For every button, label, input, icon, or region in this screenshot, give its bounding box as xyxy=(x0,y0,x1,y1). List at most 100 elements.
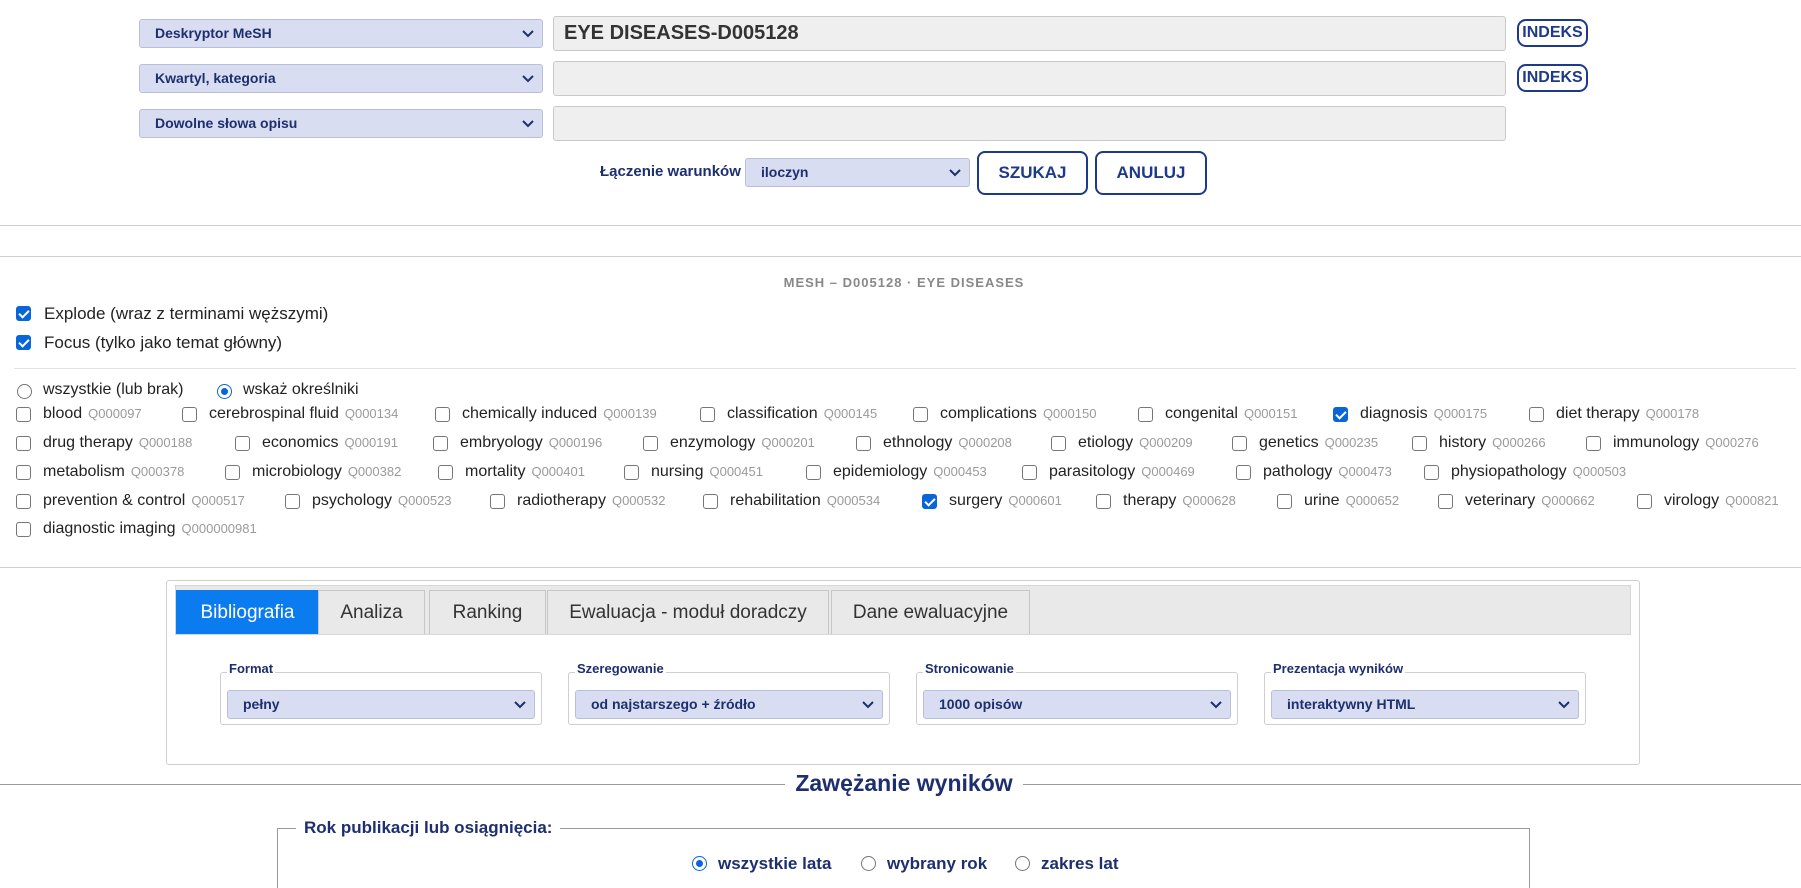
qualifier-checkbox[interactable] xyxy=(856,436,871,451)
qualifier-name: chemically induced xyxy=(462,405,598,422)
focus-checkbox[interactable] xyxy=(16,335,31,350)
qualifier-checkbox[interactable] xyxy=(435,407,450,422)
qualifier-checkbox[interactable] xyxy=(1333,407,1348,422)
presentation-select[interactable]: interaktywny HTML xyxy=(1271,690,1579,719)
sort-select-value: od najstarszego + źródło xyxy=(591,696,756,712)
qualifier-item: parasitology Q000469 xyxy=(1049,463,1195,481)
qualifier-checkbox[interactable] xyxy=(1438,494,1453,509)
paging-select[interactable]: 1000 opisów xyxy=(923,690,1231,719)
qualifier-code: Q000401 xyxy=(531,464,585,479)
search-input-2[interactable] xyxy=(553,61,1506,96)
qualifier-item: microbiology Q000382 xyxy=(252,463,401,481)
index-button-1[interactable]: INDEKS xyxy=(1517,19,1588,47)
qualifier-checkbox[interactable] xyxy=(1096,494,1111,509)
qualifier-checkbox[interactable] xyxy=(913,407,928,422)
cancel-button[interactable]: ANULUJ xyxy=(1095,151,1207,195)
format-select[interactable]: pełny xyxy=(227,690,535,719)
qualifier-checkbox[interactable] xyxy=(1051,436,1066,451)
qualifier-checkbox[interactable] xyxy=(16,465,31,480)
qualifier-name: cerebrospinal fluid xyxy=(209,405,339,422)
sort-select[interactable]: od najstarszego + źródło xyxy=(575,690,883,719)
qualifier-checkbox[interactable] xyxy=(1232,436,1247,451)
tab-ranking[interactable]: Ranking xyxy=(429,590,546,634)
qualifier-checkbox[interactable] xyxy=(225,465,240,480)
qualifier-name: genetics xyxy=(1259,434,1319,451)
qualifier-code: Q000382 xyxy=(347,464,402,479)
qualifier-code: Q000191 xyxy=(344,435,398,450)
qualifier-checkbox[interactable] xyxy=(700,407,715,422)
qualifier-item: prevention & control Q000517 xyxy=(43,492,245,510)
field-select-2-value: Kwartyl, kategoria xyxy=(155,70,276,86)
year-all-radio[interactable] xyxy=(692,856,707,871)
search-input-3[interactable] xyxy=(553,106,1506,141)
search-input-1[interactable]: EYE DISEASES-D005128 xyxy=(553,16,1506,51)
qualifier-checkbox[interactable] xyxy=(235,436,250,451)
qualifier-checkbox[interactable] xyxy=(643,436,658,451)
qualifier-name: drug therapy xyxy=(43,434,133,451)
qualifier-code: Q000534 xyxy=(826,493,881,508)
qualifier-name: metabolism xyxy=(43,463,125,480)
qualifier-item: nursing Q000451 xyxy=(651,463,763,481)
paging-select-value: 1000 opisów xyxy=(939,696,1023,712)
field-select-1[interactable]: Deskryptor MeSH xyxy=(139,19,543,48)
index-button-2[interactable]: INDEKS xyxy=(1517,64,1588,92)
qualifier-code: Q000196 xyxy=(548,435,603,450)
field-select-2[interactable]: Kwartyl, kategoria xyxy=(139,64,543,93)
qualifier-checkbox[interactable] xyxy=(16,522,31,537)
narrowing-title-wrap: Zawężanie wyników xyxy=(0,770,1801,797)
year-all-label: wszystkie lata xyxy=(718,854,832,873)
qualifier-code: Q000097 xyxy=(88,406,142,421)
qualifier-checkbox[interactable] xyxy=(438,465,453,480)
qualifier-checkbox[interactable] xyxy=(182,407,197,422)
qualifier-checkbox[interactable] xyxy=(1529,407,1544,422)
year-single-radio[interactable] xyxy=(861,856,876,871)
qualifier-item: congenital Q000151 xyxy=(1165,405,1297,423)
qualifier-checkbox[interactable] xyxy=(490,494,505,509)
qualifier-item: diet therapy Q000178 xyxy=(1556,405,1699,423)
qualifier-name: pathology xyxy=(1263,463,1333,480)
tab-dane-ewaluacyjne[interactable]: Dane ewaluacyjne xyxy=(831,590,1030,634)
qualifier-name: therapy xyxy=(1123,492,1177,509)
qualifier-item: veterinary Q000662 xyxy=(1465,492,1595,510)
qualifier-checkbox[interactable] xyxy=(1412,436,1427,451)
qualifier-name: diet therapy xyxy=(1556,405,1640,422)
qualifier-checkbox[interactable] xyxy=(1637,494,1652,509)
mode-specific-radio[interactable] xyxy=(217,384,232,399)
qualifier-checkbox[interactable] xyxy=(703,494,718,509)
year-single-label: wybrany rok xyxy=(887,854,988,873)
qualifier-checkbox[interactable] xyxy=(1138,407,1153,422)
explode-checkbox[interactable] xyxy=(16,306,31,321)
year-range-radio[interactable] xyxy=(1015,856,1030,871)
tab-bibliografia[interactable]: Bibliografia xyxy=(176,590,319,634)
qualifier-name: radiotherapy xyxy=(517,492,606,509)
tab-ewaluacja[interactable]: Ewaluacja - moduł doradczy xyxy=(547,590,829,634)
qualifier-code: Q000235 xyxy=(1324,435,1379,450)
qualifier-name: diagnosis xyxy=(1360,405,1428,422)
qualifier-checkbox[interactable] xyxy=(16,494,31,509)
qualifier-checkbox[interactable] xyxy=(1277,494,1292,509)
qualifier-code: Q000523 xyxy=(398,493,452,508)
field-select-3[interactable]: Dowolne słowa opisu xyxy=(139,109,543,138)
mode-all-radio[interactable] xyxy=(17,384,32,399)
qualifier-checkbox[interactable] xyxy=(922,494,937,509)
qualifier-checkbox[interactable] xyxy=(16,436,31,451)
qualifier-checkbox[interactable] xyxy=(285,494,300,509)
qualifier-item: diagnosis Q000175 xyxy=(1360,405,1487,423)
qualifier-name: immunology xyxy=(1613,434,1700,451)
qualifier-item: enzymology Q000201 xyxy=(670,434,815,452)
qualifier-checkbox[interactable] xyxy=(433,436,448,451)
search-button[interactable]: SZUKAJ xyxy=(977,151,1088,195)
tab-analiza[interactable]: Analiza xyxy=(318,590,425,634)
qualifier-item: epidemiology Q000453 xyxy=(833,463,987,481)
qualifier-code: Q000473 xyxy=(1338,464,1392,479)
qualifier-checkbox[interactable] xyxy=(624,465,639,480)
qualifier-name: veterinary xyxy=(1465,492,1536,509)
join-label: Łączenie warunków xyxy=(600,163,741,180)
join-select[interactable]: iloczyn xyxy=(745,158,970,187)
qualifier-checkbox[interactable] xyxy=(1236,465,1251,480)
qualifier-checkbox[interactable] xyxy=(1586,436,1601,451)
qualifier-checkbox[interactable] xyxy=(16,407,31,422)
qualifier-checkbox[interactable] xyxy=(1424,465,1439,480)
qualifier-checkbox[interactable] xyxy=(1022,465,1037,480)
qualifier-checkbox[interactable] xyxy=(806,465,821,480)
